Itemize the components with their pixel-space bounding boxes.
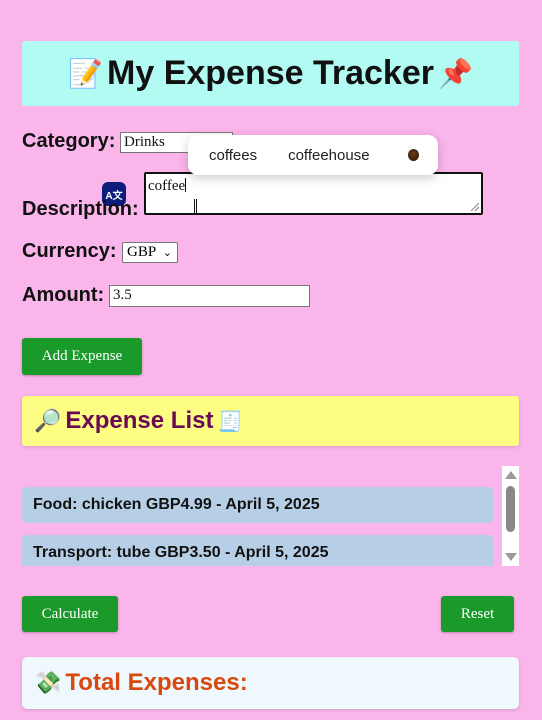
total-expenses-panel: 💸 Total Expenses: [22,657,519,709]
magnifier-icon: 🔎 [34,408,62,433]
list-item: Food: chicken GBP4.99 - April 5, 2025 [22,487,493,523]
expense-list-header: 🔎 Expense List 🧾 [22,396,519,446]
expense-list: Food: chicken GBP4.99 - April 5, 2025 Tr… [22,466,519,566]
resize-handle[interactable] [471,203,479,211]
category-label: Category: [22,130,116,152]
currency-label: Currency: [22,240,117,262]
pushpin-icon: 📌 [437,58,473,89]
description-label: Description: [22,198,139,220]
amount-input[interactable]: 3.5 [109,285,310,307]
money-icon: 💸 [34,670,62,695]
list-scrollbar[interactable] [502,466,519,566]
add-expense-button[interactable]: Add Expense [22,338,142,375]
page-title: My Expense Tracker [107,54,434,92]
currency-value: GBP [127,244,157,260]
chevron-down-icon: ⌄ [162,247,172,259]
text-caret [185,178,187,192]
scroll-down-icon[interactable] [505,553,517,561]
calculate-button[interactable]: Calculate [22,596,118,632]
app-card: 📝 My Expense Tracker 📌 Category: Drinks … [0,0,542,720]
coffee-bean-icon[interactable] [408,149,419,161]
reset-button[interactable]: Reset [441,596,514,632]
currency-select[interactable]: GBP ⌄ [122,242,178,263]
suggestion-item[interactable]: coffees [209,147,257,164]
suggestion-item[interactable]: coffeehouse [288,147,369,164]
memo-icon: 📝 [68,58,104,89]
amount-label: Amount: [22,284,105,306]
expense-list-title: Expense List [65,407,214,434]
description-text: coffee [148,178,186,194]
autocomplete-popup: coffees coffeehouse [188,135,438,175]
scroll-thumb[interactable] [506,486,515,532]
list-item: Transport: tube GBP3.50 - April 5, 2025 [22,535,493,566]
scroll-up-icon[interactable] [505,471,517,479]
total-expenses-title: Total Expenses: [65,669,248,696]
receipt-icon: 🧾 [217,410,243,433]
text-cursor-icon [194,199,197,215]
header-banner: 📝 My Expense Tracker 📌 [22,41,519,106]
